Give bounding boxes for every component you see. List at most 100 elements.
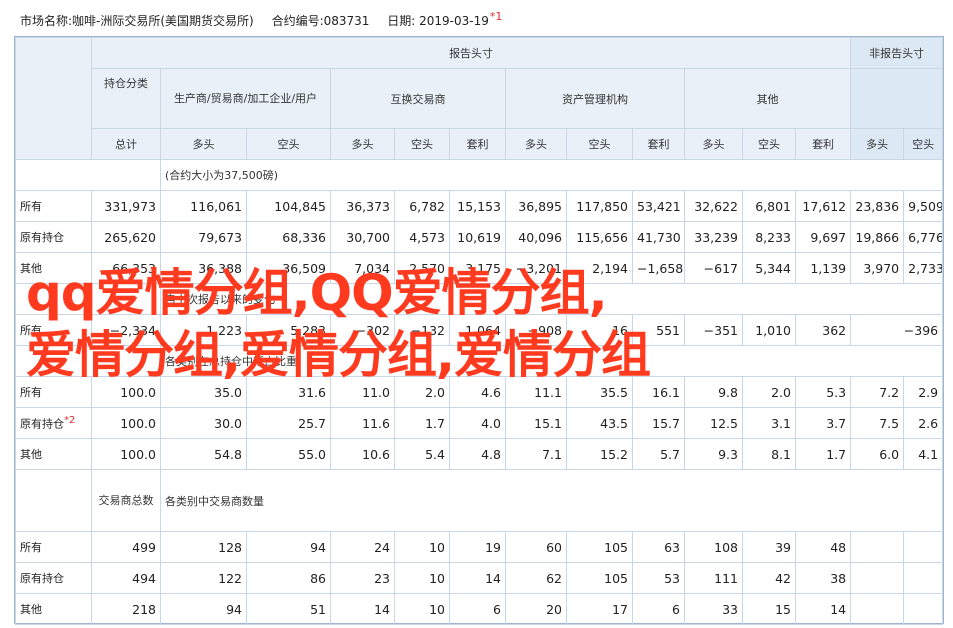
holding-class-header: 持仓分类 — [91, 68, 161, 129]
table-cell: 1.7 — [794, 438, 852, 470]
table-cell: 14 — [449, 562, 506, 594]
table-cell: 117,850 — [566, 190, 633, 222]
table-cell-empty — [850, 593, 905, 625]
table-cell: 3.7 — [794, 407, 852, 439]
table-cell: 23,836 — [850, 190, 905, 222]
col-other-spread: 套利 — [794, 128, 852, 160]
table-cell: 122 — [160, 562, 247, 594]
table-cell: 111 — [684, 562, 743, 594]
table-cell: 68,336 — [246, 221, 331, 253]
row-label: 所有 — [15, 190, 92, 222]
table-cell: 55.0 — [246, 438, 331, 470]
table-cell: 63 — [632, 531, 685, 563]
col-other-long: 多头 — [684, 128, 743, 160]
table-cell: 51 — [246, 593, 331, 625]
table-cell: 14 — [794, 593, 852, 625]
row-label: 原有持仓 — [15, 221, 92, 253]
table-cell-empty — [850, 531, 905, 563]
table-cell: 128 — [160, 531, 247, 563]
table-cell: 6 — [449, 593, 506, 625]
table-cell: 4.8 — [449, 438, 506, 470]
table-cell: 9,509 — [903, 190, 944, 222]
group-nonreportable: 非报告头寸 — [850, 37, 944, 69]
watermark-line-1: qq爱情分组,QQ爱情分组, — [26, 264, 608, 322]
table-cell: 15,153 — [449, 190, 506, 222]
row-label: 原有持仓*2 — [15, 407, 92, 439]
table-cell: −351 — [684, 314, 743, 346]
footnote-mark[interactable]: *2 — [64, 415, 75, 426]
table-cell: 54.8 — [160, 438, 247, 470]
table-cell: 5.3 — [794, 376, 852, 408]
table-cell: 115,656 — [566, 221, 633, 253]
table-cell: 11.6 — [330, 407, 395, 439]
col-asset-spread: 套利 — [632, 128, 685, 160]
table-cell: 94 — [246, 531, 331, 563]
table-cell: 86 — [246, 562, 331, 594]
cat-producer: 生产商/贸易商/加工企业/用户 — [160, 68, 331, 129]
table-cell: 362 — [794, 314, 852, 346]
table-cell: −1,658 — [632, 252, 685, 284]
contract-code: 合约编号:083731 — [271, 14, 370, 28]
table-cell: 3,970 — [850, 252, 905, 284]
table-cell: 2.0 — [742, 376, 796, 408]
col-swap-spread: 套利 — [449, 128, 506, 160]
table-cell: 25.7 — [246, 407, 331, 439]
col-producer-short: 空头 — [246, 128, 331, 160]
table-cell: −617 — [684, 252, 743, 284]
table-cell: 17 — [566, 593, 633, 625]
table-cell: 53 — [632, 562, 685, 594]
table-cell: 36,895 — [505, 190, 567, 222]
table-cell: −396 — [850, 314, 944, 346]
footnote-mark[interactable]: *1 — [490, 10, 503, 23]
table-cell: 2.9 — [903, 376, 944, 408]
row-label: 原有持仓 — [15, 562, 92, 594]
table-cell: 20 — [505, 593, 567, 625]
table-cell: 41,730 — [632, 221, 685, 253]
report-info-bar: 市场名称:咖啡-洲际交易所(美国期货交易所) 合约编号:083731 日期: 2… — [20, 6, 516, 28]
col-swap-long: 多头 — [330, 128, 395, 160]
col-swap-short: 空头 — [394, 128, 450, 160]
trader-total-header: 交易商总数 — [91, 469, 161, 532]
table-cell: 1,139 — [794, 252, 852, 284]
table-cell: 108 — [684, 531, 743, 563]
table-cell: 39 — [742, 531, 796, 563]
col-other-short: 空头 — [742, 128, 796, 160]
table-cell: 24 — [330, 531, 395, 563]
corner-cell — [15, 37, 92, 160]
table-cell: 7.1 — [505, 438, 567, 470]
table-cell: 38 — [794, 562, 852, 594]
table-cell: 4.1 — [903, 438, 944, 470]
table-cell: 6,776 — [903, 221, 944, 253]
table-cell: 43.5 — [566, 407, 633, 439]
table-row: 所有 499 128 94 24 10 19 60 105 63 108 39 … — [15, 531, 944, 563]
table-cell: 6,801 — [742, 190, 796, 222]
table-cell: 6.0 — [850, 438, 905, 470]
table-cell: 15.2 — [566, 438, 633, 470]
table-cell: 7.5 — [850, 407, 905, 439]
table-row: 原有持仓 265,620 79,673 68,336 30,700 4,573 … — [15, 221, 944, 253]
table-row: 原有持仓 494 122 86 23 10 14 62 105 53 111 4… — [15, 562, 944, 594]
table-cell-empty — [903, 531, 944, 563]
table-cell: 104,845 — [246, 190, 331, 222]
table-cell: 8.1 — [742, 438, 796, 470]
table-cell: 33 — [684, 593, 743, 625]
table-cell: 3.1 — [742, 407, 796, 439]
table-row: 原有持仓*2 100.0 30.0 25.7 11.6 1.7 4.0 15.1… — [15, 407, 944, 439]
table-cell: 4,573 — [394, 221, 450, 253]
table-cell: 265,620 — [91, 221, 161, 253]
table-cell: 33,239 — [684, 221, 743, 253]
table-cell: 32,622 — [684, 190, 743, 222]
table-cell: 15.1 — [505, 407, 567, 439]
table-cell: 48 — [794, 531, 852, 563]
table-cell-empty — [850, 562, 905, 594]
report-date-text: 日期: 2019-03-19 — [387, 14, 489, 28]
row-label: 其他 — [15, 593, 92, 625]
table-cell: 331,973 — [91, 190, 161, 222]
group-reportable: 报告头寸 — [90, 37, 852, 69]
table-cell: 10 — [394, 531, 450, 563]
table-cell: 53,421 — [632, 190, 685, 222]
table-row: 其他 218 94 51 14 10 6 20 17 6 33 15 14 — [15, 593, 944, 625]
table-cell: 10.6 — [330, 438, 395, 470]
col-asset-short: 空头 — [566, 128, 633, 160]
cat-asset-manager: 资产管理机构 — [505, 68, 685, 129]
